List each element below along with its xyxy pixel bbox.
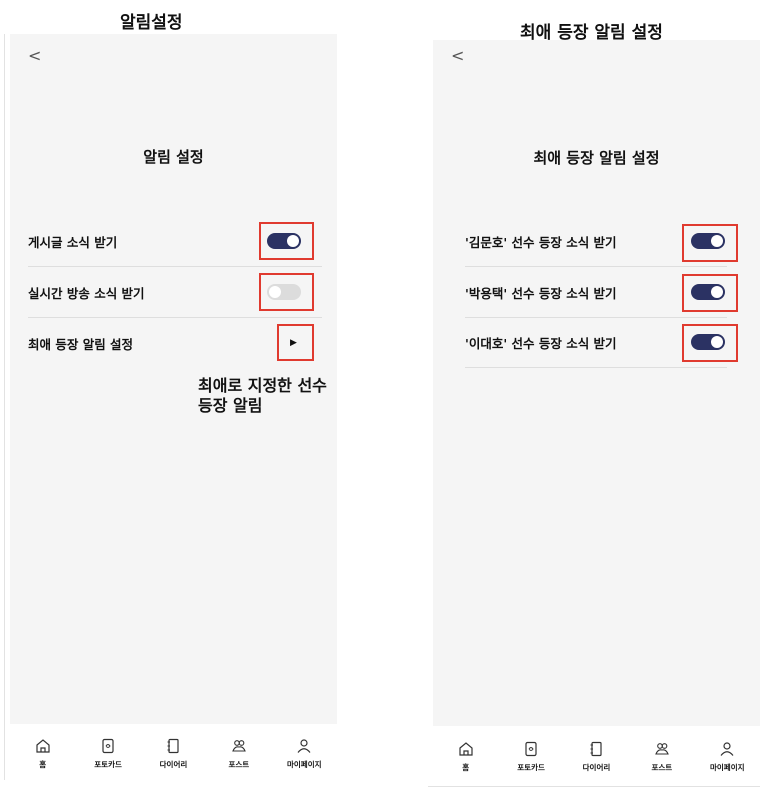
tab-post[interactable]: 포스트 bbox=[209, 738, 269, 784]
photocard-icon bbox=[525, 741, 537, 757]
tab-home[interactable]: 홈 bbox=[13, 738, 73, 784]
right-phone-screen: < 최애 등장 알림 설정 '김문호' 선수 등장 소식 받기 '박용택' 선수… bbox=[433, 40, 760, 726]
right-bottom-line bbox=[428, 786, 760, 787]
bottom-tab-bar: 홈 포토카드 다이어리 포스트 마이페이지 bbox=[10, 738, 337, 784]
bottom-tab-bar: 홈 포토카드 다이어리 포스트 마이페이지 bbox=[433, 741, 760, 787]
photocard-icon bbox=[102, 738, 114, 754]
highlight-box bbox=[259, 273, 314, 311]
annotation-text: 최애로 지정한 선수 등장 알림 bbox=[198, 376, 327, 416]
page-title: 알림 설정 bbox=[143, 148, 204, 166]
tab-label: 다이어리 bbox=[582, 763, 611, 772]
highlight-box bbox=[682, 274, 738, 312]
row-label: 게시글 소식 받기 bbox=[28, 235, 118, 250]
tab-post[interactable]: 포스트 bbox=[632, 741, 692, 787]
left-edge-line bbox=[4, 34, 5, 780]
tab-diary[interactable]: 다이어리 bbox=[143, 738, 203, 784]
annotation-line-2: 등장 알림 bbox=[198, 396, 263, 415]
tab-mypage[interactable]: 마이페이지 bbox=[274, 738, 334, 784]
tab-label: 포토카드 bbox=[94, 760, 122, 769]
highlight-box bbox=[259, 222, 314, 260]
post-icon bbox=[655, 743, 669, 755]
tab-home[interactable]: 홈 bbox=[436, 741, 496, 787]
row-label: 최애 등장 알림 설정 bbox=[28, 337, 134, 352]
tab-label: 마이페이지 bbox=[710, 763, 745, 772]
row-label: '이대호' 선수 등장 소식 받기 bbox=[465, 336, 617, 351]
tab-label: 포토카드 bbox=[517, 763, 545, 772]
back-button[interactable]: < bbox=[451, 48, 464, 64]
tab-label: 홈 bbox=[39, 760, 47, 769]
page-title: 최애 등장 알림 설정 bbox=[533, 149, 660, 167]
back-button[interactable]: < bbox=[28, 48, 41, 64]
tab-mypage[interactable]: 마이페이지 bbox=[697, 741, 757, 787]
person-icon bbox=[720, 742, 734, 756]
post-icon bbox=[232, 740, 246, 752]
highlight-box bbox=[682, 224, 738, 262]
tab-label: 홈 bbox=[462, 763, 470, 772]
row-label: '박용택' 선수 등장 소식 받기 bbox=[465, 286, 617, 301]
tab-diary[interactable]: 다이어리 bbox=[566, 741, 626, 787]
person-icon bbox=[297, 739, 311, 753]
tab-label: 마이페이지 bbox=[287, 760, 322, 769]
highlight-box bbox=[277, 324, 314, 361]
diary-icon bbox=[167, 738, 180, 754]
tab-label: 포스트 bbox=[228, 760, 250, 769]
row-label: '김문호' 선수 등장 소식 받기 bbox=[465, 235, 617, 250]
tab-photocard[interactable]: 포토카드 bbox=[501, 741, 561, 787]
home-icon bbox=[36, 739, 50, 753]
tab-photocard[interactable]: 포토카드 bbox=[78, 738, 138, 784]
row-label: 실시간 방송 소식 받기 bbox=[28, 286, 145, 301]
home-icon bbox=[459, 742, 473, 756]
tab-label: 다이어리 bbox=[159, 760, 188, 769]
tab-label: 포스트 bbox=[651, 763, 673, 772]
highlight-box bbox=[682, 324, 738, 362]
left-caption: 알림설정 bbox=[120, 13, 183, 33]
diary-icon bbox=[590, 741, 603, 757]
annotation-line-1: 최애로 지정한 선수 bbox=[198, 376, 327, 395]
